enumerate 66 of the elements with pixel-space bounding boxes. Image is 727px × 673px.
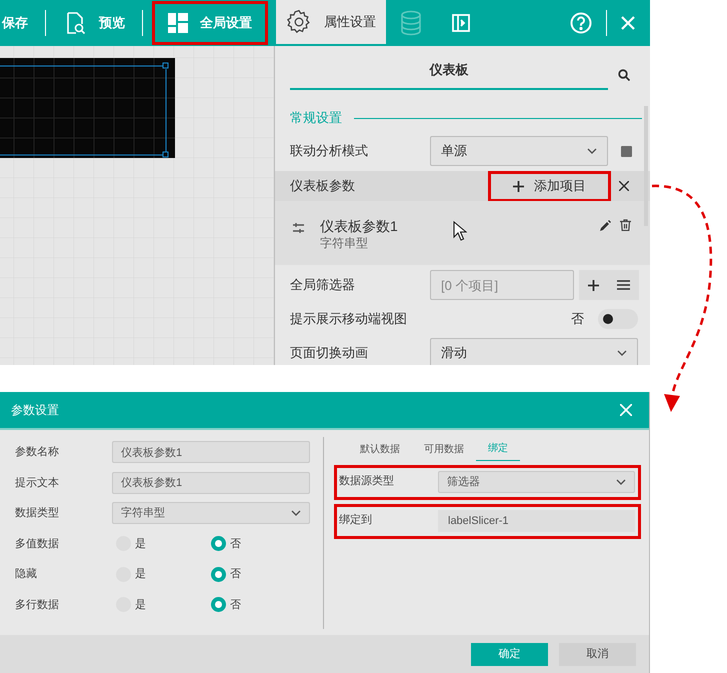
field-label: 页面切换动画	[290, 344, 369, 362]
plus-icon[interactable]	[588, 280, 599, 290]
gear-icon	[286, 9, 312, 35]
dialog-title: 参数设置	[11, 402, 60, 419]
radio-button[interactable]	[211, 536, 226, 552]
toolbar-button[interactable]: 保存	[0, 1, 36, 45]
chart-widget[interactable]	[0, 58, 175, 158]
cursor-icon	[453, 221, 467, 241]
parameter-name: 仪表板参数1	[320, 217, 398, 235]
select-field[interactable]: 字符串型	[112, 502, 310, 524]
section-heading: 常规设置	[290, 109, 342, 128]
text-field[interactable]: labelSlicer-1	[438, 510, 635, 532]
field-label: 全局筛选器	[290, 276, 356, 294]
panel-tab[interactable]: 属性设置	[276, 0, 386, 46]
field-label: 绑定到	[339, 512, 373, 528]
radio-button[interactable]	[211, 566, 226, 582]
field-label: 参数名称	[15, 445, 60, 460]
toggle-value: 否	[571, 310, 584, 328]
field-label: 多行数据	[15, 598, 60, 612]
field-label: 多值数据	[15, 536, 60, 552]
field-label: 数据类型	[15, 506, 60, 521]
radio-label: 否	[230, 536, 241, 552]
parameter-item[interactable]: 仪表板参数1 字符串型	[275, 201, 650, 265]
square-indicator	[621, 146, 632, 156]
text-field[interactable]: 仪表板参数1	[112, 441, 310, 464]
plus-icon	[513, 180, 524, 192]
radio-button[interactable]	[211, 597, 226, 612]
help-icon[interactable]	[570, 12, 592, 34]
radio-label: 是	[135, 598, 146, 612]
layout-grid-icon	[168, 13, 188, 33]
pencil-icon[interactable]	[600, 220, 611, 231]
text-field[interactable]: 仪表板参数1	[112, 472, 310, 494]
select-field[interactable]: 筛选器	[438, 471, 635, 493]
radio-label: 是	[135, 536, 146, 552]
radio-label: 否	[230, 567, 241, 582]
trash-icon[interactable]	[620, 219, 631, 231]
select-field[interactable]: 滑动	[430, 338, 638, 365]
confirm-button[interactable]: 确定	[471, 642, 548, 666]
parameter-type: 字符串型	[320, 235, 369, 251]
toggle-switch[interactable]	[598, 309, 638, 329]
side-panel-icon[interactable]	[452, 14, 470, 32]
field-label: 隐藏	[15, 566, 38, 582]
chevron-down-icon	[587, 148, 597, 154]
search-icon[interactable]	[618, 69, 630, 81]
field-label: 提示展示移动端视图	[290, 310, 408, 328]
menu-icon[interactable]	[617, 280, 630, 290]
field-label: 数据源类型	[339, 474, 395, 489]
filter-field[interactable]: [0 个项目]	[430, 270, 574, 300]
chevron-down-icon	[616, 479, 626, 485]
cancel-button[interactable]: 取消	[559, 642, 636, 666]
toolbar-button[interactable]: 预览	[55, 1, 133, 45]
section-label: 仪表板参数	[290, 177, 356, 196]
field-label: 提示文本	[15, 476, 60, 490]
field-label: 联动分析模式	[290, 142, 369, 160]
dialog-tab[interactable]: 默认数据	[348, 437, 412, 461]
sliders-icon	[293, 223, 304, 233]
radio-label: 是	[135, 567, 146, 582]
panel-title: 仪表板	[430, 61, 468, 80]
chevron-down-icon	[617, 350, 627, 356]
select-field[interactable]: 单源	[430, 136, 608, 166]
toolbar-button[interactable]: 全局设置	[152, 1, 268, 45]
dialog-tab[interactable]: 可用数据	[412, 437, 476, 461]
database-icon[interactable]	[400, 10, 422, 36]
radio-label: 否	[230, 598, 241, 612]
chevron-down-icon	[291, 510, 301, 516]
close-icon[interactable]	[619, 181, 629, 191]
